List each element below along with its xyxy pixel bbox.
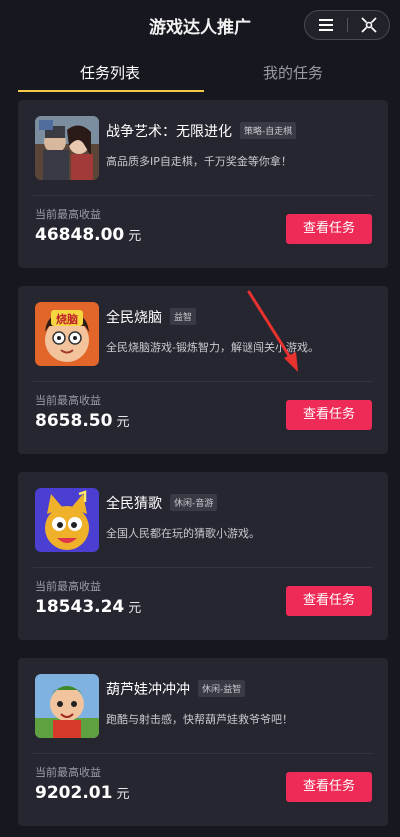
annotation-arrow bbox=[247, 290, 298, 372]
